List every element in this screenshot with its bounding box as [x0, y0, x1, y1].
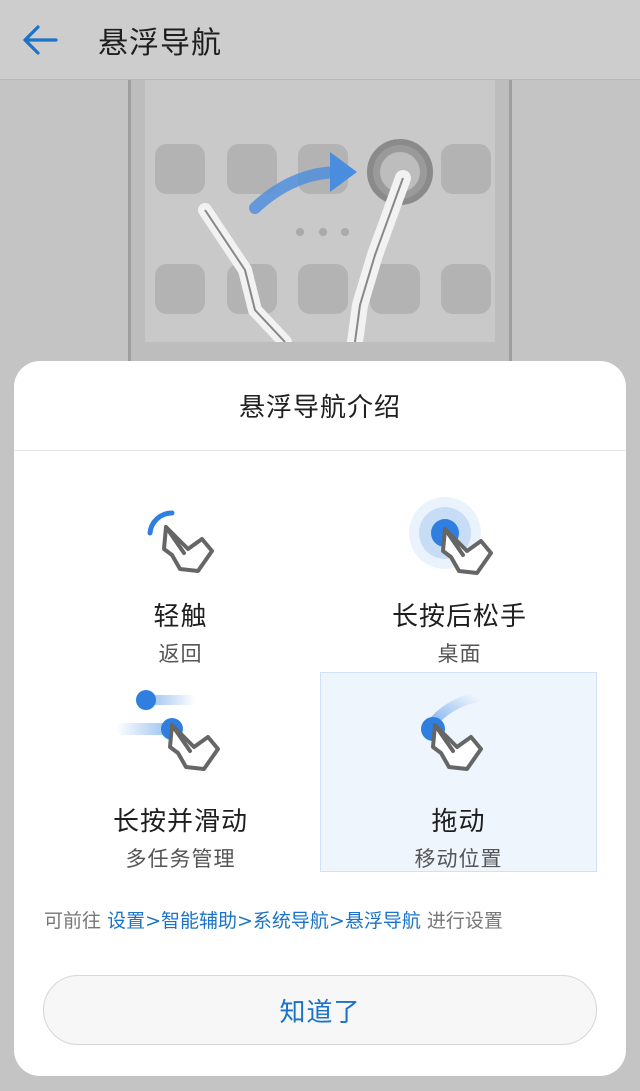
floating-navigation-page: 悬浮导航 悬浮导航介绍 轻触 返回 长按后松手 桌面 长按并滑动 多任务管理 拖… — [0, 0, 640, 1091]
intro-dialog: 悬浮导航介绍 轻触 返回 长按后松手 桌面 长按并滑动 多任务管理 拖动 移动位… — [14, 361, 626, 1076]
tap-icon — [147, 510, 214, 573]
settings-path-link[interactable]: 设置>智能辅助>系统导航>悬浮导航 — [107, 910, 421, 932]
gesture-desc: 移动位置 — [414, 847, 503, 871]
gesture-name: 轻触 — [153, 602, 208, 632]
back-button[interactable] — [22, 0, 82, 80]
gesture-long-press-slide: 长按并滑动 多任务管理 — [42, 673, 319, 873]
hint-prefix: 可前往 — [44, 910, 102, 932]
gesture-name: 长按并滑动 — [112, 807, 248, 837]
gesture-desc: 返回 — [158, 642, 203, 666]
gesture-name: 长按后松手 — [391, 602, 527, 632]
gesture-desc: 多任务管理 — [125, 847, 236, 871]
header-bar: 悬浮导航 — [0, 0, 640, 80]
swipe-gesture-illustration-icon — [198, 139, 433, 342]
phone-screen-illustration — [145, 80, 495, 342]
page-title: 悬浮导航 — [98, 25, 222, 61]
gesture-long-press: 长按后松手 桌面 — [321, 473, 598, 673]
settings-hint: 可前往 设置>智能辅助>系统导航>悬浮导航 进行设置 — [44, 906, 604, 933]
hint-suffix: 进行设置 — [426, 910, 503, 932]
floating-nav-illustration — [128, 80, 512, 380]
gesture-drag: 拖动 移动位置 — [320, 672, 597, 872]
gesture-desc: 桌面 — [437, 642, 482, 666]
gesture-tap: 轻触 返回 — [42, 473, 319, 673]
dialog-title: 悬浮导航介绍 — [14, 361, 626, 451]
drag-icon — [420, 692, 483, 771]
got-it-button[interactable]: 知道了 — [43, 975, 597, 1045]
gesture-name: 拖动 — [431, 807, 486, 837]
back-arrow-icon — [23, 24, 58, 55]
long-press-icon — [408, 497, 493, 575]
long-press-slide-icon — [115, 690, 220, 771]
